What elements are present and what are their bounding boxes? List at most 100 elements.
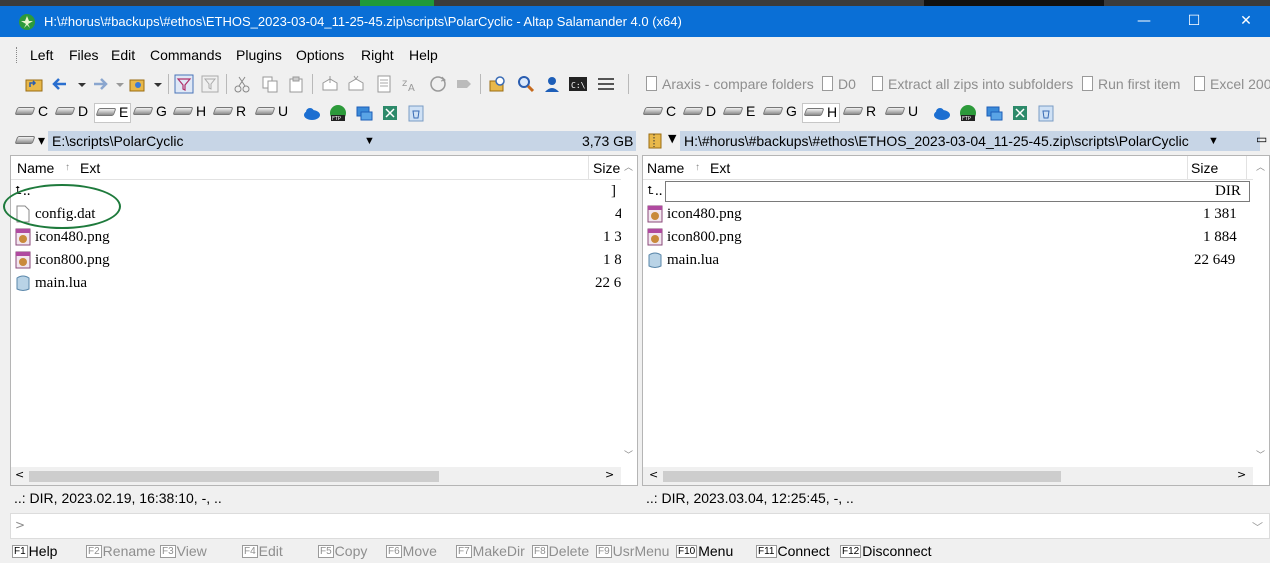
f10-menu-button[interactable]: F10 Menu [676,543,733,559]
list-item[interactable]: main.lua 22 649 [643,249,1253,271]
left-drive-c[interactable]: C [14,103,48,123]
search-icon[interactable] [516,74,536,94]
scroll-up-icon[interactable]: ︿ [1256,160,1265,173]
f3-view-button[interactable]: F3 View [160,543,207,559]
unpack-icon[interactable] [346,74,366,94]
list-item-up-dir[interactable]: ⮤ .. ] [11,180,621,202]
user-button-extract-zips[interactable]: Extract all zips into subfolders [872,76,1073,94]
f4-edit-button[interactable]: F4 Edit [242,543,283,559]
right-drive-d[interactable]: D [682,103,716,123]
user-button-araxis[interactable]: Araxis - compare folders [646,76,814,94]
f7-makedir-button[interactable]: F7 MakeDir [456,543,525,559]
plugin-fs-icon[interactable] [380,103,400,123]
left-horizontal-scrollbar[interactable]: < > [11,467,621,485]
right-drive-e[interactable]: E [722,103,755,123]
close-button[interactable]: ✕ [1220,6,1270,37]
right-drive-c[interactable]: C [642,103,676,123]
right-vertical-scrollbar[interactable]: ︿ ﹀ [1253,156,1269,466]
scroll-right-icon[interactable]: > [1237,468,1246,481]
menu-edit[interactable]: Edit [111,47,135,63]
left-drive-g[interactable]: G [132,103,167,123]
scroll-right-icon[interactable]: > [605,468,614,481]
tag-icon[interactable] [454,74,474,94]
list-item[interactable]: icon480.png 1 3 [11,226,622,248]
ftp-icon[interactable]: FTP [328,103,348,123]
left-vertical-scrollbar[interactable]: ︿ ﹀ [621,156,637,466]
properties-icon[interactable] [374,74,394,94]
col-ext-header[interactable]: Ext [80,160,100,176]
left-drive-e[interactable]: E [94,103,132,123]
left-drive-d[interactable]: D [54,103,88,123]
menu-files[interactable]: Files [69,47,99,63]
onedrive-icon[interactable] [302,103,322,123]
list-item[interactable]: config.dat 4 [11,203,623,225]
scroll-up-icon[interactable]: ︿ [624,160,633,173]
path-history-dropdown-icon[interactable]: ▼ [364,131,375,151]
network-icon[interactable] [354,103,374,123]
col-ext-header[interactable]: Ext [710,160,730,176]
command-history-dropdown-icon[interactable]: ﹀ [1252,519,1263,535]
f11-connect-button[interactable]: F11 Connect [756,543,830,559]
maximize-button[interactable]: ☐ [1168,6,1220,37]
paste-icon[interactable] [286,74,306,94]
list-item[interactable]: main.lua 22 6 [11,272,621,294]
path-history-dropdown-icon[interactable]: ▼ [1208,131,1219,151]
menu-help[interactable]: Help [409,47,438,63]
filter-icon[interactable] [174,74,194,94]
col-name-header[interactable]: Name [17,160,54,176]
cut-icon[interactable] [232,74,252,94]
left-scroll-thumb[interactable] [29,471,439,482]
left-drive-h[interactable]: H [172,103,206,123]
menu-plugins[interactable]: Plugins [236,47,282,63]
f9-usrmenu-button[interactable]: F9 UsrMenu [596,543,669,559]
user-button-d0[interactable]: D0 [822,76,856,94]
pack-icon[interactable] [320,74,340,94]
right-drive-u[interactable]: U [884,103,918,123]
left-drive-r[interactable]: R [212,103,246,123]
right-horizontal-scrollbar[interactable]: < > [643,467,1253,485]
ftp-icon[interactable]: FTP [958,103,978,123]
menu-options[interactable]: Options [296,47,344,63]
panel-maximize-icon[interactable]: ▭ [1256,132,1267,146]
list-item-up-dir[interactable]: ⮤ .. DIR [643,180,1253,202]
list-item[interactable]: icon800.png 1 8 [11,249,622,271]
right-drive-h[interactable]: H [802,103,841,123]
f1-help-button[interactable]: F1 Help [12,543,57,559]
forward-dropdown-icon[interactable] [110,74,130,94]
plugin-fs-icon[interactable] [1010,103,1030,123]
col-size-header[interactable]: Size [593,160,620,176]
col-name-header[interactable]: Name [647,160,684,176]
f8-delete-button[interactable]: F8 Delete [532,543,589,559]
user-button-run-first-item[interactable]: Run first item [1082,76,1180,94]
f12-disconnect-button[interactable]: F12 Disconnect [840,543,932,559]
right-scroll-thumb[interactable] [663,471,1061,482]
menu-commands[interactable]: Commands [150,47,222,63]
left-drive-dropdown[interactable]: ▾ [14,132,45,152]
copy-icon[interactable] [260,74,280,94]
back-dropdown-icon[interactable] [72,74,92,94]
list-item[interactable]: icon480.png 1 381 [643,203,1253,225]
find-files-icon[interactable] [488,74,508,94]
scroll-down-icon[interactable]: ﹀ [624,448,633,461]
menu-left[interactable]: Left [30,47,53,63]
command-prompt-icon[interactable]: C:\ [568,74,588,94]
onedrive-icon[interactable] [932,103,952,123]
menu-right[interactable]: Right [361,47,394,63]
right-drive-g[interactable]: G [762,103,797,123]
col-size-header[interactable]: Size [1191,160,1218,176]
f6-move-button[interactable]: F6 Move [386,543,437,559]
hotpaths-icon[interactable] [128,74,148,94]
command-line[interactable]: > ﹀ [10,513,1270,539]
f2-rename-button[interactable]: F2 Rename [86,543,156,559]
left-path-field[interactable]: E:\scripts\PolarCyclic ▼ [48,131,578,151]
list-item[interactable]: icon800.png 1 884 [643,226,1253,248]
back-arrow-icon[interactable] [50,74,70,94]
minimize-button[interactable]: — [1118,6,1170,37]
recycle-bin-icon[interactable] [406,103,426,123]
hotpaths-dropdown-icon[interactable] [148,74,168,94]
title-bar[interactable]: H:\#horus\#backups\#ethos\ETHOS_2023-03-… [0,6,1270,37]
left-file-panel[interactable]: Name ↑ Ext Size ⮤ .. ] config.dat 4 icon… [10,155,638,486]
scroll-left-icon[interactable]: < [15,468,24,481]
parent-dir-icon[interactable] [24,74,44,94]
archive-dropdown-icon[interactable]: ▼ [668,132,676,145]
